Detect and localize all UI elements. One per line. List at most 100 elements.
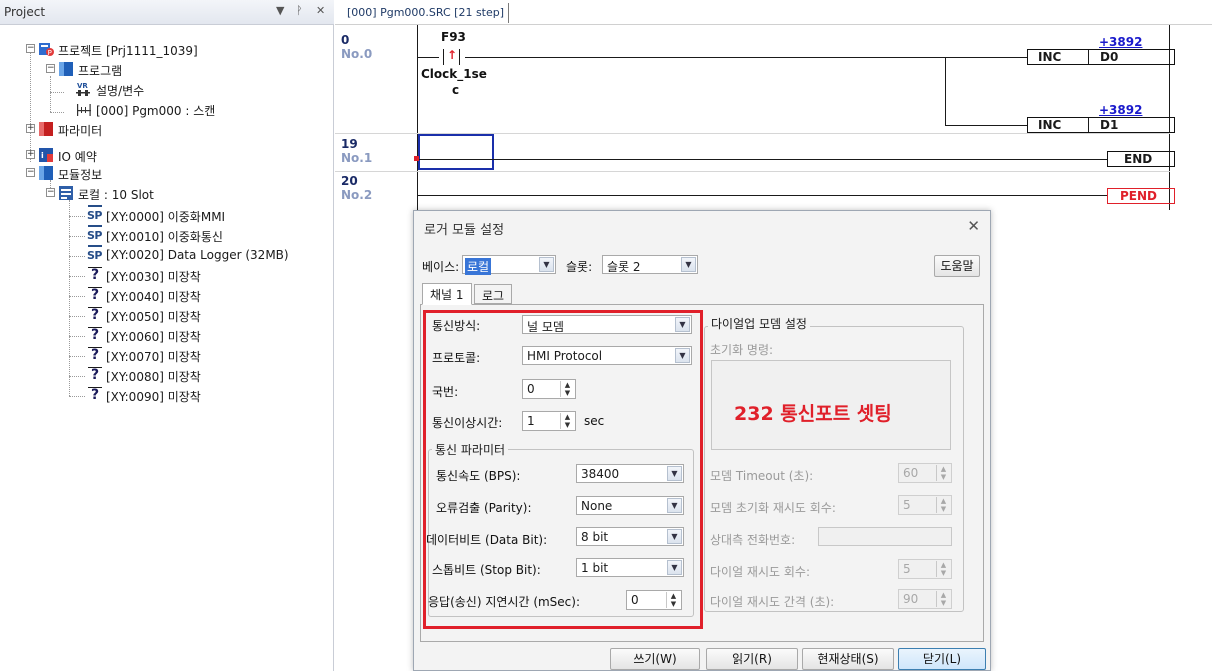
tree-item-label: [XY:0040] 미장착 [106, 290, 201, 304]
tree-item-label: 파라미터 [58, 124, 103, 138]
rising-edge-contact[interactable]: ↑ [439, 48, 465, 65]
inc-d0-address: +3892 [1099, 35, 1143, 49]
tree-item-label: [000] Pgm000 : 스캔 [96, 104, 216, 118]
spinner-arrows-icon: ▲ ▼ [936, 561, 950, 577]
base-label: 베이스: [422, 260, 460, 274]
tree-item-label: 모듈정보 [58, 168, 103, 182]
close-icon[interactable]: ✕ [316, 4, 325, 17]
dialup-modem-group-title: 다이얼업 모뎀 설정 [708, 315, 810, 332]
unknown-module-icon: ? [86, 386, 104, 404]
tab-pgm000[interactable]: [000] Pgm000.SRC [21 step] [343, 3, 510, 23]
ladder-diagram: 0 No.0 19 No.1 20 No.2 F93 ↑ Clock_1se c… [335, 25, 1185, 210]
tree-collapse-toggle[interactable]: − [26, 44, 35, 53]
project-panel-header: Project ▼ ᚹ ✕ [0, 0, 334, 25]
variables-icon: VR [76, 82, 90, 96]
project-panel: Project ▼ ᚹ ✕ − − + + − − P 프로젝트 [Prj111… [0, 0, 334, 671]
rung-0-step: 0 No.0 [341, 33, 373, 61]
dialog-title: 로거 모듈 설정 [424, 223, 505, 238]
modem-timeout-spinner[interactable]: 60 ▲ ▼ [898, 463, 952, 483]
chevron-down-icon: ▼ [681, 257, 696, 272]
tree-item-label: [XY:0010] 이중화통신 [106, 230, 223, 244]
tree-item-label: [XY:0020] Data Logger (32MB) [106, 248, 289, 262]
rising-edge-icon: ↑ [447, 48, 458, 62]
tree-item-label: 로컬 : 10 Slot [78, 188, 154, 202]
tree-item-label: [XY:0090] 미장착 [106, 390, 201, 404]
dropdown-icon[interactable]: ▼ [276, 4, 284, 17]
tab-channel-1[interactable]: 채널 1 [422, 283, 472, 305]
help-button[interactable]: 도움말 [934, 255, 980, 277]
pin-icon[interactable]: ᚹ [296, 4, 303, 17]
inc-d1-address: +3892 [1099, 103, 1143, 117]
folder-blue-icon [39, 166, 53, 180]
modem-retry-spinner[interactable]: 5 ▲ ▼ [898, 495, 952, 515]
unknown-module-icon: ? [86, 346, 104, 364]
tree-item-label: [XY:0060] 미장착 [106, 330, 201, 344]
slot-select[interactable]: 슬롯 2 ▼ [602, 255, 698, 274]
contact-comment: Clock_1se [421, 67, 487, 81]
ladder-program-icon [77, 104, 91, 116]
spinner-arrows-icon: ▲ ▼ [936, 465, 950, 481]
logger-module-settings-dialog: 로거 모듈 설정 ✕ 베이스: 로컬 ▼ 슬롯: 슬롯 2 ▼ 도움말 채널 1… [413, 210, 991, 671]
rung-2-step: 20 No.2 [341, 174, 373, 202]
modem-retry-label: 모뎀 초기화 재시도 회수: [710, 501, 836, 515]
end-instruction[interactable]: END [1107, 151, 1175, 167]
tab-log[interactable]: 로그 [474, 284, 513, 304]
close-icon[interactable]: ✕ [967, 217, 980, 235]
modem-timeout-label: 모뎀 Timeout (초): [710, 469, 814, 483]
tree-expand-toggle[interactable]: + [26, 150, 35, 159]
base-rack-icon [59, 186, 73, 200]
unknown-module-icon: ? [86, 306, 104, 324]
close-button[interactable]: 닫기(L) [898, 648, 986, 670]
project-panel-title: Project [4, 5, 46, 19]
io-reserve-icon: i [39, 148, 53, 162]
write-button[interactable]: 쓰기(W) [610, 648, 700, 670]
chevron-down-icon: ▼ [539, 257, 554, 272]
tree-item-label: [XY:0070] 미장착 [106, 350, 201, 364]
spinner-arrows-icon: ▲ ▼ [936, 497, 950, 513]
tree-item-label: 프로젝트 [Prj1111_1039] [58, 44, 198, 58]
tree-item-label: [XY:0030] 미장착 [106, 270, 201, 284]
rung-1-step: 19 No.1 [341, 137, 373, 165]
contact-f93-label: F93 [441, 30, 466, 44]
inc-d1-instruction[interactable]: INC D1 [1027, 117, 1175, 133]
sp-module-icon: SP [86, 245, 104, 264]
unknown-module-icon: ? [86, 366, 104, 384]
dial-retry-label: 다이얼 재시도 회수: [710, 565, 810, 579]
read-button[interactable]: 읽기(R) [706, 648, 798, 670]
unknown-module-icon: ? [86, 286, 104, 304]
svg-text:VR: VR [77, 82, 88, 90]
cell-cursor[interactable] [418, 134, 494, 170]
unknown-module-icon: ? [86, 326, 104, 344]
init-cmd-label: 초기화 명령: [710, 343, 774, 357]
tree-collapse-toggle[interactable]: − [46, 64, 55, 73]
tree-item-label: 설명/변수 [96, 84, 145, 98]
pend-instruction[interactable]: PEND [1107, 188, 1175, 204]
highlight-frame [423, 310, 703, 629]
inc-d0-instruction[interactable]: INC D0 [1027, 49, 1175, 65]
contact-comment-cont: c [452, 83, 460, 97]
tree-item-label: [XY:0080] 미장착 [106, 370, 201, 384]
sp-module-icon: SP [86, 205, 104, 224]
tree-item-label: [XY:0000] 이중화MMI [106, 210, 226, 224]
tree-collapse-toggle[interactable]: − [26, 168, 35, 177]
current-status-button[interactable]: 현재상태(S) [802, 648, 894, 670]
project-icon: P [39, 43, 54, 57]
peer-phone-label: 상대측 전화번호: [710, 533, 796, 547]
dial-interval-label: 다이얼 재시도 간격 (초): [710, 595, 835, 609]
spinner-arrows-icon: ▲ ▼ [936, 591, 950, 607]
editor-tab-bar: [000] Pgm000.SRC [21 step] [335, 0, 1212, 25]
annotation-text: 232 통신포트 셋팅 [734, 403, 892, 425]
folder-blue-icon [59, 62, 73, 76]
tree-expand-toggle[interactable]: + [26, 124, 35, 133]
sp-module-icon: SP [86, 225, 104, 244]
tree-item-label: 프로그램 [78, 64, 123, 78]
slot-label: 슬롯: [566, 260, 593, 274]
peer-phone-input[interactable] [818, 527, 952, 546]
tree-item-label: [XY:0050] 미장착 [106, 310, 201, 324]
unknown-module-icon: ? [86, 266, 104, 284]
folder-red-icon [39, 122, 53, 136]
dial-interval-spinner[interactable]: 90 ▲ ▼ [898, 589, 952, 609]
dial-retry-spinner[interactable]: 5 ▲ ▼ [898, 559, 952, 579]
tree-collapse-toggle[interactable]: − [46, 188, 55, 197]
base-select[interactable]: 로컬 ▼ [462, 255, 556, 275]
